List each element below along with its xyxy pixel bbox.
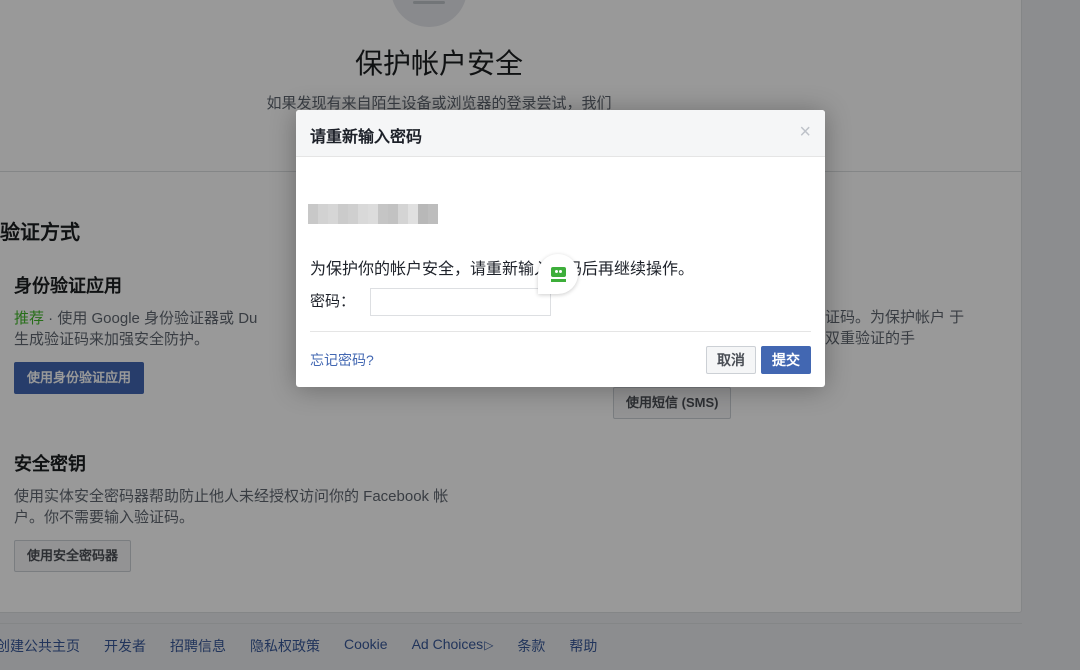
mosaic-cell (408, 204, 418, 214)
dialog-title: 请重新输入密码 (310, 129, 423, 146)
cancel-button[interactable]: 取消 (706, 346, 756, 374)
mosaic-cell (428, 214, 438, 224)
close-icon[interactable]: × (799, 121, 811, 143)
password-input[interactable] (370, 288, 551, 316)
mosaic-cell (348, 204, 358, 214)
mosaic-cell (328, 214, 338, 224)
mosaic-cell (308, 204, 318, 214)
mosaic-cell (418, 204, 428, 214)
mosaic-cell (428, 204, 438, 214)
password-label: 密码： (310, 293, 356, 310)
mosaic-cell (388, 214, 398, 224)
mosaic-cell (348, 214, 358, 224)
mosaic-cell (358, 214, 368, 224)
mosaic-cell (328, 204, 338, 214)
mosaic-cell (338, 204, 348, 214)
password-manager-icon[interactable] (538, 254, 578, 294)
mosaic-cell (318, 214, 328, 224)
mosaic-cell (308, 214, 318, 224)
mosaic-cell (398, 204, 408, 214)
mosaic-cell (318, 204, 328, 214)
mosaic-cell (368, 214, 378, 224)
mosaic-cell (378, 214, 388, 224)
mosaic-cell (358, 204, 368, 214)
submit-button[interactable]: 提交 (761, 346, 811, 374)
forgot-password-link[interactable]: 忘记密码? (310, 350, 374, 370)
username-redacted (308, 204, 438, 224)
mosaic-cell (398, 214, 408, 224)
dialog-message: 为保护你的帐户安全，请重新输入密码后再继续操作。 (310, 261, 695, 278)
reenter-password-dialog: 请重新输入密码 × 为保护你的帐户安全，请重新输入密码后再继续操作。 密码： 忘… (296, 110, 825, 387)
mosaic-cell (418, 214, 428, 224)
mosaic-cell (388, 204, 398, 214)
dialog-divider (310, 331, 811, 332)
mosaic-cell (378, 204, 388, 214)
mosaic-cell (368, 204, 378, 214)
mosaic-cell (338, 214, 348, 224)
dialog-actions: 取消 提交 (706, 346, 811, 374)
mosaic-cell (408, 214, 418, 224)
dialog-header: 请重新输入密码 × (296, 110, 825, 157)
